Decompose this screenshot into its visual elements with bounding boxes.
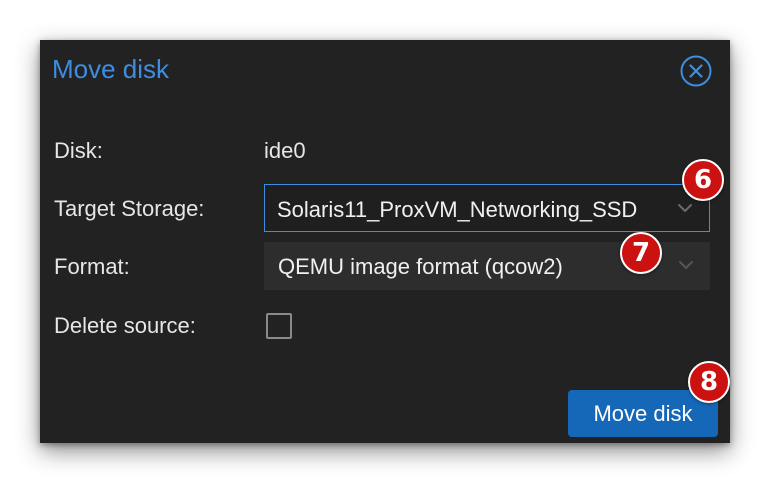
- target-storage-label: Target Storage:: [54, 196, 205, 221]
- chevron-down-icon[interactable]: [676, 255, 696, 275]
- delete-source-label: Delete source:: [54, 313, 196, 338]
- callout-badge: 7: [620, 232, 662, 274]
- target-storage-select[interactable]: Solaris11_ProxVM_Networking_SSD: [264, 184, 710, 232]
- target-storage-value: Solaris11_ProxVM_Networking_SSD: [277, 197, 638, 222]
- format-value: QEMU image format (qcow2): [278, 254, 563, 279]
- dialog-title: Move disk: [52, 54, 170, 84]
- close-circle-icon: [680, 55, 712, 87]
- close-button[interactable]: [679, 54, 713, 88]
- format-label: Format:: [54, 254, 130, 279]
- callout-badge: 8: [688, 361, 730, 403]
- disk-label: Disk:: [54, 138, 103, 163]
- delete-source-checkbox[interactable]: [266, 313, 292, 339]
- chevron-down-icon[interactable]: [675, 198, 695, 218]
- disk-value: ide0: [264, 138, 306, 163]
- callout-badge: 6: [682, 159, 724, 201]
